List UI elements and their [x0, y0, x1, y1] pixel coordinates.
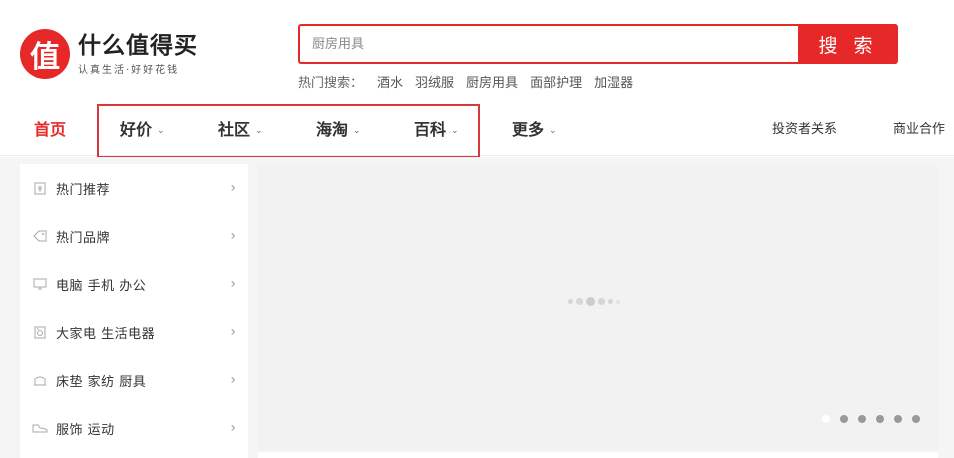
category-item-hot-recommend[interactable]: 热门推荐 ›: [20, 164, 248, 212]
nav-item-label: 社区: [218, 120, 251, 139]
chevron-right-icon: ›: [230, 420, 236, 436]
search-input[interactable]: [298, 24, 798, 64]
hot-search-label: 热门搜索：: [298, 76, 364, 91]
search-button[interactable]: 搜 索: [798, 24, 898, 64]
appliance-icon: [32, 325, 48, 339]
nav-home-label: 首页: [34, 120, 67, 139]
chevron-down-icon: ⌄: [353, 126, 361, 136]
logo-text: 什么值得买 认真生活·好好花钱: [78, 32, 198, 76]
search-bar: 搜 索: [298, 24, 898, 64]
category-sidebar: 热门推荐 › 热门品牌 › 电脑 手机 办公 › 大家电 生活电器 › 床垫 家…: [20, 164, 248, 458]
carousel-dot[interactable]: [912, 415, 920, 423]
nav-item-home[interactable]: 首页: [34, 104, 66, 156]
category-item-home[interactable]: 床垫 家纺 厨具 ›: [20, 356, 248, 404]
chevron-down-icon: ⌄: [157, 126, 165, 136]
chevron-right-icon: ›: [230, 372, 236, 388]
logo-slogan: 认真生活·好好花钱: [78, 65, 180, 76]
investor-relations-link[interactable]: 投资者关系: [772, 104, 837, 156]
shoe-icon: [32, 421, 48, 435]
category-label: 服饰 运动: [56, 422, 115, 438]
carousel-dot[interactable]: [858, 415, 866, 423]
banner-carousel[interactable]: [258, 164, 938, 451]
chevron-right-icon: ›: [230, 180, 236, 196]
hot-search: 热门搜索： 酒水 羽绒服 厨房用具 面部护理 加湿器: [298, 72, 645, 91]
category-item-computers[interactable]: 电脑 手机 办公 ›: [20, 260, 248, 308]
carousel-dots: [812, 415, 920, 423]
home-icon: [32, 373, 48, 387]
business-cooperation-link[interactable]: 商业合作: [893, 104, 945, 156]
main-nav: 首页 好价 ⌄ 社区 ⌄ 海淘 ⌄ 百科 ⌄ 更多 ⌄ 投资者关系 商业合作: [0, 104, 954, 158]
category-label: 床垫 家纺 厨具: [56, 374, 147, 390]
hot-search-link[interactable]: 面部护理: [530, 72, 582, 91]
tag-icon: [32, 229, 48, 243]
carousel-dot[interactable]: [894, 415, 902, 423]
nav-item-label: 海淘: [316, 120, 349, 139]
logo-title: 什么值得买: [78, 33, 198, 59]
nav-item-label: 更多: [512, 120, 545, 139]
category-item-apparel[interactable]: 服饰 运动 ›: [20, 404, 248, 452]
hot-search-link[interactable]: 羽绒服: [415, 72, 454, 91]
chevron-down-icon: ⌄: [549, 126, 557, 136]
chevron-right-icon: ›: [230, 324, 236, 340]
loading-spinner-icon: [568, 297, 623, 306]
hot-search-link[interactable]: 厨房用具: [466, 72, 518, 91]
nav-item-label: 百科: [414, 120, 447, 139]
site-logo[interactable]: 值 什么值得买 认真生活·好好花钱: [20, 29, 198, 79]
nav-item-shequ[interactable]: 社区 ⌄: [218, 104, 263, 156]
category-item-hot-brands[interactable]: 热门品牌 ›: [20, 212, 248, 260]
chevron-right-icon: ›: [230, 228, 236, 244]
chevron-down-icon: ⌄: [255, 126, 263, 136]
nav-item-label: 好价: [120, 120, 153, 139]
hot-recommend-icon: [32, 181, 48, 195]
banner-bottom-strip: [258, 452, 938, 458]
chevron-right-icon: ›: [230, 276, 236, 292]
nav-item-baike[interactable]: 百科 ⌄: [414, 104, 459, 156]
hot-search-link[interactable]: 加湿器: [594, 72, 633, 91]
chevron-down-icon: ⌄: [451, 126, 459, 136]
category-label: 电脑 手机 办公: [56, 278, 147, 294]
logo-badge-icon: 值: [20, 29, 70, 79]
category-label: 大家电 生活电器: [56, 326, 156, 342]
carousel-dot[interactable]: [840, 415, 848, 423]
nav-item-haitao[interactable]: 海淘 ⌄: [316, 104, 361, 156]
carousel-dot[interactable]: [876, 415, 884, 423]
nav-item-haojia[interactable]: 好价 ⌄: [120, 104, 165, 156]
carousel-dot[interactable]: [822, 415, 830, 423]
monitor-icon: [32, 277, 48, 291]
hot-search-link[interactable]: 酒水: [377, 72, 403, 91]
category-label: 热门推荐: [56, 182, 111, 198]
category-item-appliances[interactable]: 大家电 生活电器 ›: [20, 308, 248, 356]
category-label: 热门品牌: [56, 230, 111, 246]
nav-item-more[interactable]: 更多 ⌄: [512, 104, 557, 156]
